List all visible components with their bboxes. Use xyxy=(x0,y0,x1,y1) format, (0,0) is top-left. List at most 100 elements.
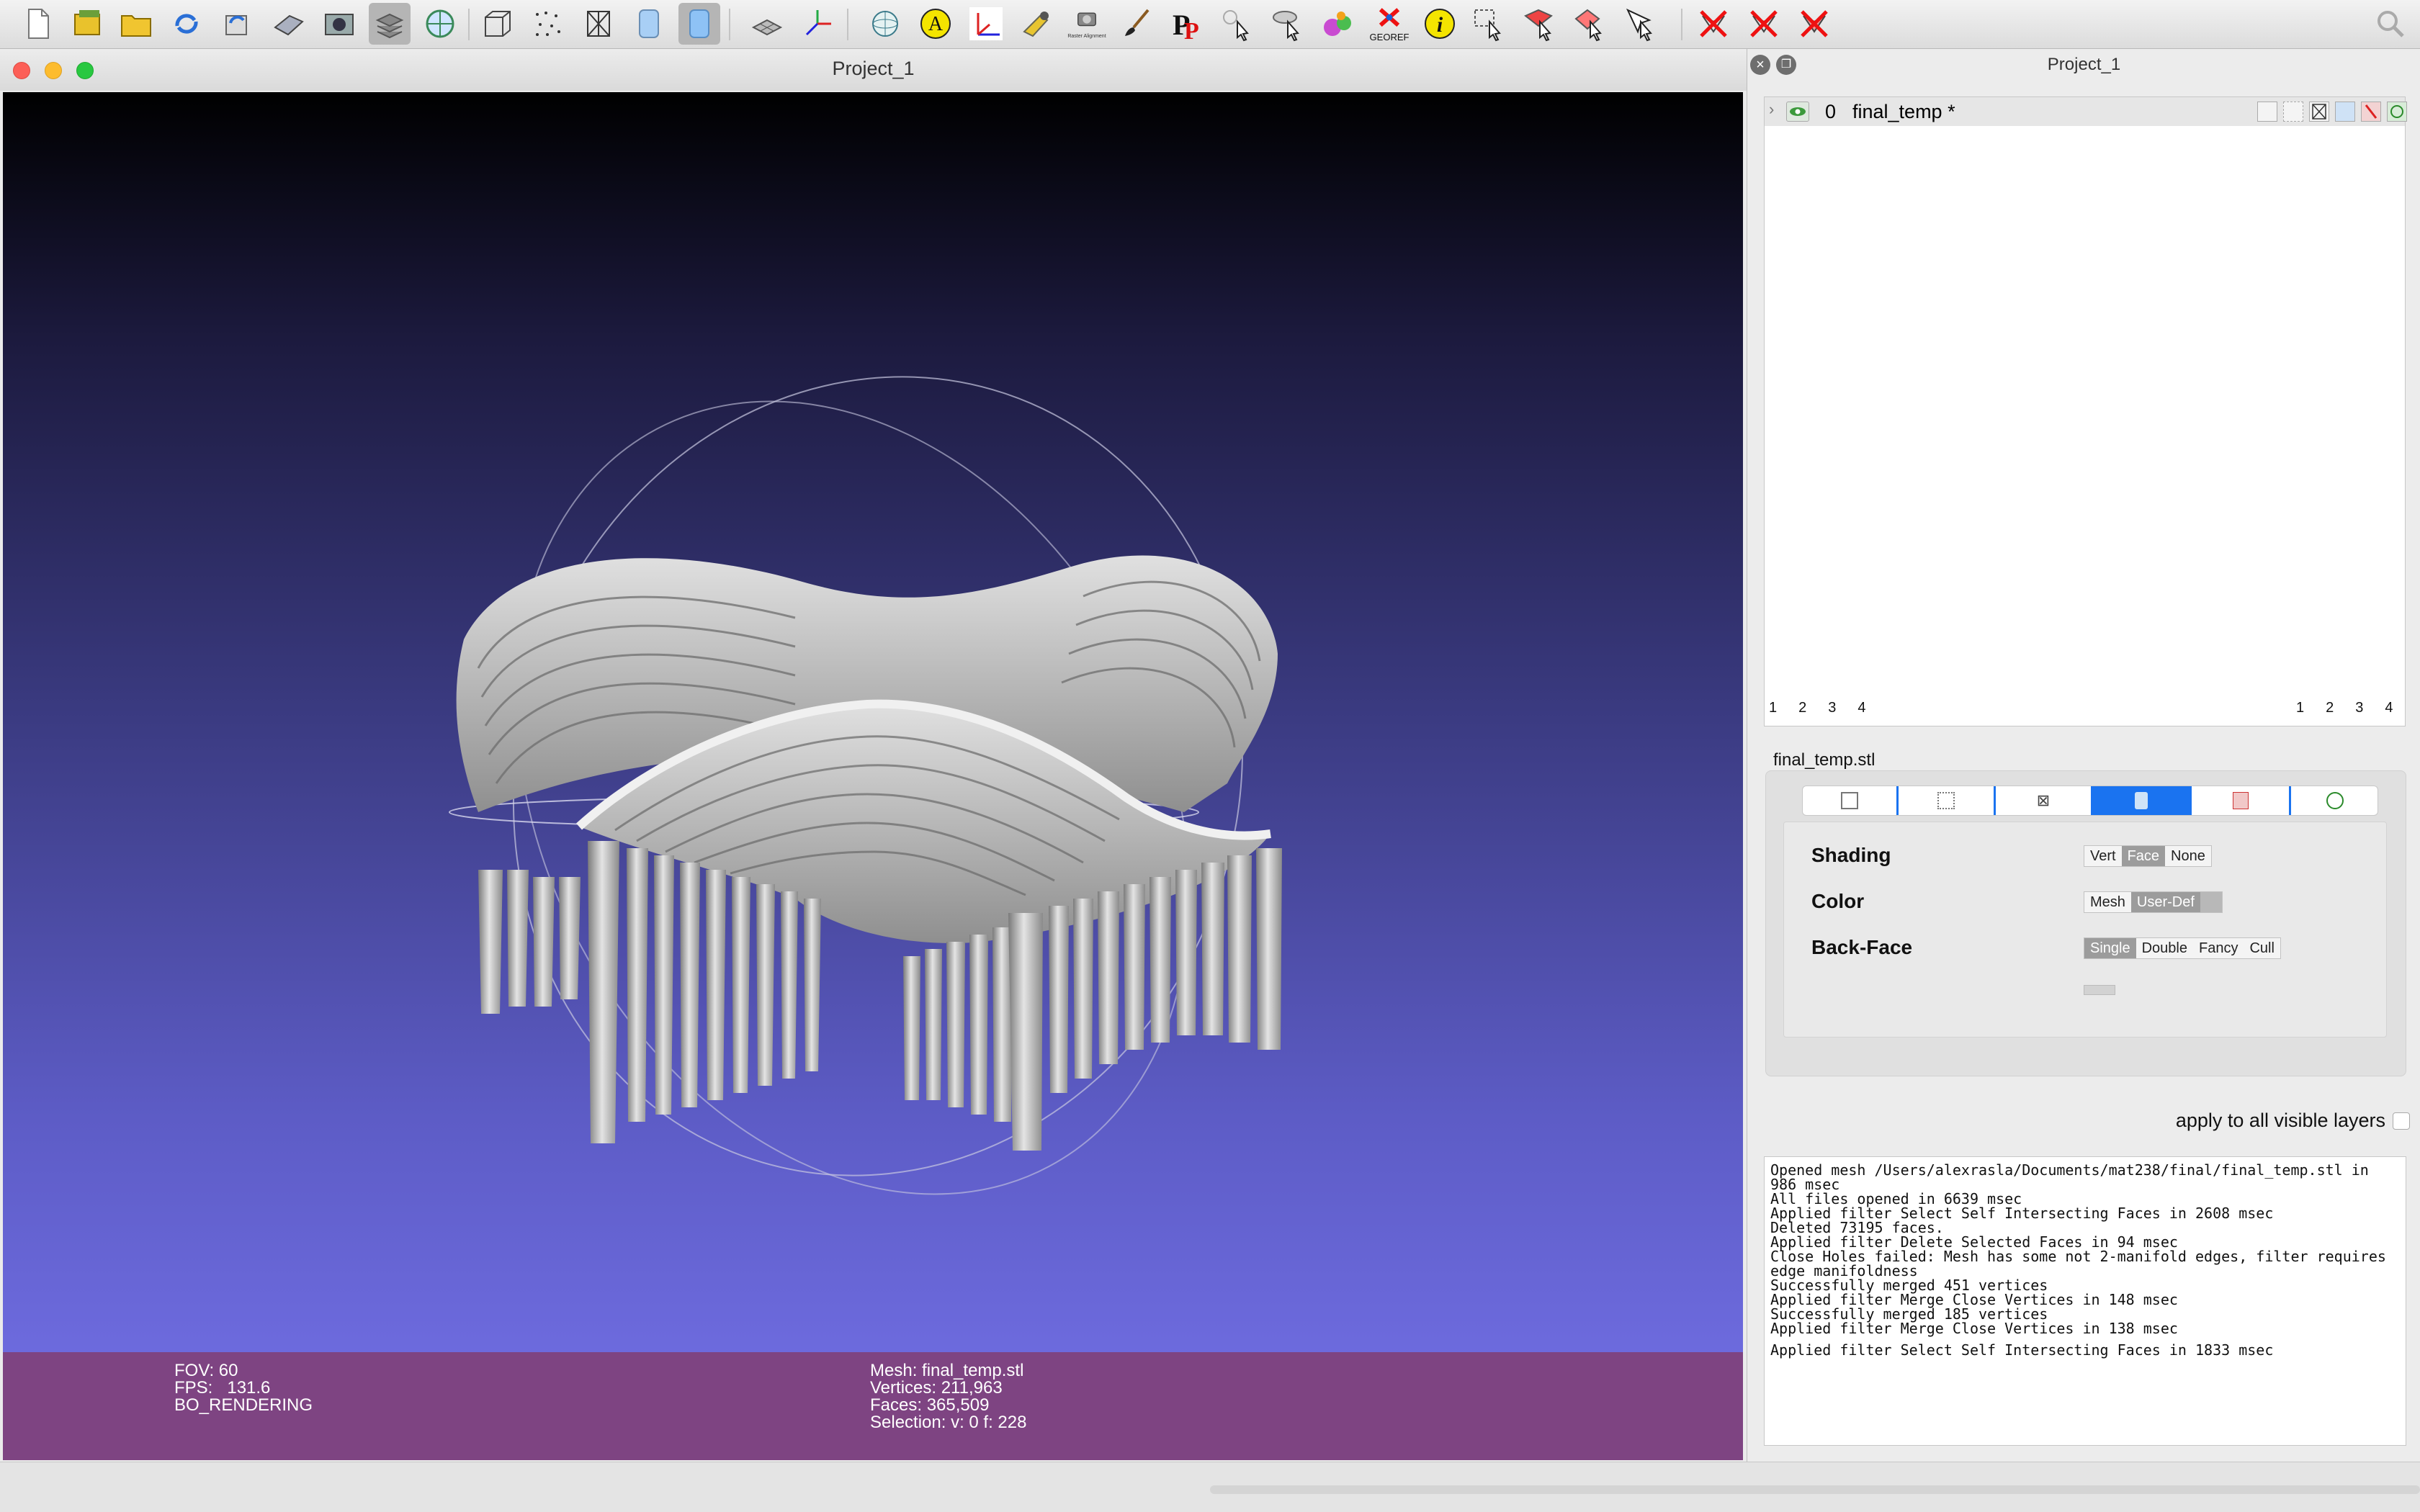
selection-text: Selection: v: 0 f: 228 xyxy=(870,1413,1027,1432)
info-icon[interactable]: i xyxy=(1419,3,1461,45)
select-faces-icon[interactable] xyxy=(1520,3,1561,45)
log-line: Applied filter Select Self Intersecting … xyxy=(1770,1341,2274,1359)
visibility-eye-icon[interactable] xyxy=(1786,102,1809,122)
log-console[interactable]: Opened mesh /Users/alexrasla/Documents/m… xyxy=(1764,1156,2406,1446)
save-icon[interactable] xyxy=(268,3,310,45)
main-toolbar: A Raster Alignment PP GEOREF i xyxy=(0,0,2420,49)
search-icon[interactable] xyxy=(2370,3,2411,45)
render-options-box: ⊠ Shading Vert Face None Color Mesh User… xyxy=(1765,770,2406,1076)
select-vertex-icon[interactable] xyxy=(1217,3,1259,45)
shading-face-button[interactable]: Face xyxy=(2121,846,2166,866)
log-line: Applied filter Merge Close Vertices in 1… xyxy=(1770,1320,2178,1337)
layer-name[interactable]: final_temp * xyxy=(1852,101,1955,123)
new-file-icon[interactable] xyxy=(17,3,59,45)
color-label: Color xyxy=(1811,890,1865,912)
layer-shading-icon[interactable] xyxy=(2335,102,2355,122)
coordinate-frame-icon[interactable] xyxy=(965,3,1007,45)
open-project-icon[interactable] xyxy=(66,3,108,45)
layer-normals-icon[interactable] xyxy=(2387,102,2407,122)
tab-texture[interactable] xyxy=(2192,786,2289,815)
measure-icon[interactable] xyxy=(1016,3,1057,45)
reload-all-icon[interactable] xyxy=(216,3,258,45)
tab-points[interactable] xyxy=(1896,786,1994,815)
extra-option-button[interactable] xyxy=(2084,985,2115,995)
page-1[interactable]: 1 xyxy=(1769,700,1777,716)
shading-segmented: Vert Face None xyxy=(2084,845,2212,867)
page-2[interactable]: 2 xyxy=(1798,700,1806,716)
points-icon[interactable] xyxy=(527,3,569,45)
horizontal-scrollbar[interactable] xyxy=(1210,1485,2420,1494)
tab-wire[interactable]: ⊠ xyxy=(1994,786,2091,815)
p-tool-icon[interactable]: PP xyxy=(1167,3,1209,45)
georef-icon[interactable]: GEOREF xyxy=(1368,3,1410,45)
layer-bbox-icon[interactable] xyxy=(2257,102,2277,122)
select-pointer-icon[interactable] xyxy=(1621,3,1662,45)
log-line: Opened mesh /Users/alexrasla/Documents/m… xyxy=(1770,1161,2378,1193)
grid-icon[interactable] xyxy=(746,3,788,45)
expand-chevron-icon[interactable]: › xyxy=(1769,100,1774,119)
page-4[interactable]: 4 xyxy=(2385,700,2393,716)
fps-text: FPS: 131.6 xyxy=(174,1378,271,1398)
apply-all-checkbox[interactable] xyxy=(2393,1112,2410,1130)
delete-all-icon[interactable] xyxy=(1793,3,1835,45)
page-3[interactable]: 3 xyxy=(2355,700,2363,716)
globe-view-icon[interactable] xyxy=(419,3,461,45)
svg-text:i: i xyxy=(1437,13,1443,37)
apply-all-label: apply to all visible layers xyxy=(2175,1110,2385,1131)
page-3[interactable]: 3 xyxy=(1828,700,1836,716)
mesh-name-text: Mesh: final_temp.stl xyxy=(870,1361,1024,1380)
backface-double-button[interactable]: Double xyxy=(2136,938,2193,958)
page-4[interactable]: 4 xyxy=(1857,700,1865,716)
page-1[interactable]: 1 xyxy=(2296,700,2304,716)
smooth-shading-icon[interactable] xyxy=(678,3,720,45)
page-2[interactable]: 2 xyxy=(2326,700,2334,716)
backface-single-button[interactable]: Single xyxy=(2084,938,2136,958)
open-folder-icon[interactable] xyxy=(115,3,157,45)
bounding-box-icon[interactable] xyxy=(477,3,519,45)
color-userdef-button[interactable]: User-Def xyxy=(2130,892,2200,912)
log-line: All files opened in 6639 msec xyxy=(1770,1190,2022,1207)
delete-faces-icon[interactable] xyxy=(1693,3,1734,45)
svg-text:P: P xyxy=(1184,18,1199,42)
tab-shading[interactable] xyxy=(2091,786,2192,815)
layers-icon[interactable] xyxy=(369,3,411,45)
points-icon xyxy=(1937,792,1955,809)
snapshot-icon[interactable] xyxy=(318,3,360,45)
tab-normals[interactable] xyxy=(2289,786,2379,815)
layer-points-icon[interactable] xyxy=(2283,102,2303,122)
annotate-icon[interactable]: A xyxy=(915,3,956,45)
shading-icon xyxy=(2135,792,2148,809)
color-mesh-button[interactable]: Mesh xyxy=(2084,892,2131,912)
select-tool-icon[interactable] xyxy=(1268,3,1309,45)
paint-brush-icon[interactable] xyxy=(1116,3,1158,45)
texture-icon xyxy=(2232,792,2249,809)
layer-texture-icon[interactable] xyxy=(2361,102,2381,122)
delete-vertices-icon[interactable] xyxy=(1743,3,1785,45)
mesh-name-label: final_temp.stl xyxy=(1773,750,1876,770)
raster-alignment-icon[interactable]: Raster Alignment xyxy=(1066,3,1108,45)
tab-bbox[interactable] xyxy=(1803,786,1896,815)
shading-none-button[interactable]: None xyxy=(2165,846,2211,866)
axis-icon[interactable] xyxy=(797,3,838,45)
layer-row[interactable]: › 0 final_temp * xyxy=(1765,97,2407,126)
layer-wire-icon[interactable] xyxy=(2309,102,2329,122)
viewer-window: Project_1 FOV: 60 FPS: 131.6 BO_RENDERIN… xyxy=(0,49,1747,1462)
select-area-icon[interactable] xyxy=(1469,3,1511,45)
shading-vert-button[interactable]: Vert xyxy=(2084,846,2122,866)
backface-cull-button[interactable]: Cull xyxy=(2244,938,2280,958)
apply-all-row: apply to all visible layers xyxy=(2176,1110,2410,1132)
3d-canvas[interactable]: FOV: 60 FPS: 131.6 BO_RENDERING Mesh: fi… xyxy=(3,92,1743,1460)
log-line: Applied filter Delete Selected Faces in … xyxy=(1770,1233,2178,1251)
flat-shading-icon[interactable] xyxy=(628,3,670,45)
log-line: Deleted 73195 faces. xyxy=(1770,1219,1944,1236)
pickpoints-icon[interactable] xyxy=(1318,3,1360,45)
sphere-view-icon[interactable] xyxy=(864,3,906,45)
backface-fancy-button[interactable]: Fancy xyxy=(2193,938,2244,958)
color-swatch[interactable] xyxy=(2200,892,2222,912)
log-line: Successfully merged 185 vertices xyxy=(1770,1305,2048,1323)
wireframe-icon[interactable] xyxy=(578,3,619,45)
reload-icon[interactable] xyxy=(166,3,207,45)
log-line: Applied filter Merge Close Vertices in 1… xyxy=(1770,1291,2178,1308)
select-connected-icon[interactable] xyxy=(1570,3,1612,45)
backface-label: Back-Face xyxy=(1811,936,1913,958)
